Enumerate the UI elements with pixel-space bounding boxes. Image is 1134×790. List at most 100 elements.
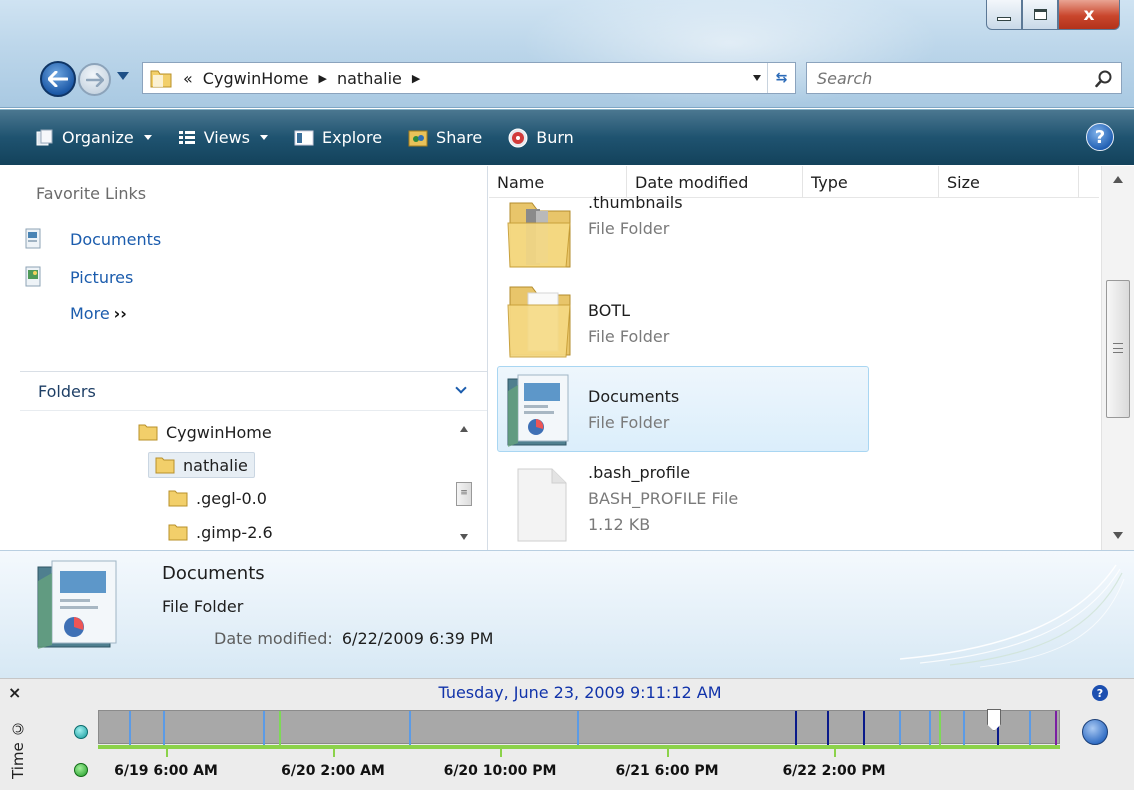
forward-button[interactable] bbox=[78, 63, 111, 96]
tree-item-gegl[interactable]: .gegl-0.0 bbox=[168, 488, 267, 508]
favorite-pictures[interactable]: Pictures bbox=[24, 266, 133, 288]
details-pane: Documents File Folder Date modified: 6/2… bbox=[0, 550, 1134, 678]
refresh-icon: ⇆ bbox=[775, 70, 788, 86]
timeline-tick bbox=[333, 745, 335, 757]
views-menu[interactable]: Views bbox=[178, 120, 268, 156]
search-input[interactable] bbox=[817, 68, 1077, 88]
scroll-down-icon[interactable] bbox=[460, 534, 468, 540]
chevron-down-icon bbox=[455, 382, 467, 394]
file-size: 1.12 KB bbox=[588, 515, 651, 534]
scroll-down-icon[interactable] bbox=[1113, 532, 1123, 539]
details-type: File Folder bbox=[162, 597, 244, 616]
timeline-mark bbox=[899, 711, 901, 745]
timeline-track[interactable] bbox=[98, 709, 1060, 745]
breadcrumb-nathalie[interactable]: nathalie bbox=[337, 69, 402, 88]
timeline-baseline bbox=[98, 745, 1060, 749]
timeline-tick bbox=[834, 745, 836, 757]
timeline-mark bbox=[279, 711, 281, 745]
chevron-right-icon[interactable]: ▶ bbox=[319, 72, 327, 85]
timeline-mark bbox=[795, 711, 797, 745]
folder-icon bbox=[507, 202, 571, 268]
chevron-down-icon bbox=[260, 135, 268, 140]
timeline-mark bbox=[263, 711, 265, 745]
grip-icon bbox=[1113, 343, 1123, 353]
folders-header[interactable]: Folders bbox=[20, 371, 487, 411]
file-name: BOTL bbox=[588, 301, 630, 320]
close-button[interactable]: x bbox=[1058, 0, 1120, 30]
timeline-mark bbox=[827, 711, 829, 745]
timeline-mark bbox=[963, 711, 965, 745]
double-chevron-icon: ›› bbox=[113, 304, 127, 323]
green-dot-icon[interactable] bbox=[74, 763, 88, 777]
timeline-mark bbox=[1029, 711, 1031, 745]
burn-disc-icon bbox=[508, 128, 528, 147]
refresh-button[interactable]: ⇆ bbox=[767, 63, 795, 93]
timeline-tick-label: 6/20 2:00 AM bbox=[281, 763, 385, 779]
timeline-tick-label: 6/22 2:00 PM bbox=[782, 763, 886, 779]
title-bar: x « CygwinHome ▶ nathalie ▶ ⇆ bbox=[0, 0, 1134, 108]
timeline-side-label: Time © bbox=[9, 719, 27, 779]
documents-folder-icon bbox=[37, 560, 117, 649]
timeline-mark bbox=[863, 711, 865, 745]
file-item-documents[interactable]: Documents File Folder bbox=[497, 366, 869, 452]
more-links[interactable]: More ›› bbox=[70, 304, 127, 323]
explore-button[interactable]: Explore bbox=[294, 120, 382, 156]
file-list-scrollbar[interactable] bbox=[1101, 166, 1134, 550]
address-bar[interactable]: « CygwinHome ▶ nathalie ▶ ⇆ bbox=[142, 62, 796, 94]
breadcrumb-cygwinhome[interactable]: CygwinHome bbox=[203, 69, 309, 88]
share-button[interactable]: Share bbox=[408, 120, 482, 156]
teal-dot-icon[interactable] bbox=[74, 725, 88, 739]
minimize-button[interactable] bbox=[986, 0, 1022, 30]
organize-icon bbox=[36, 129, 53, 145]
timeline-zoom-button[interactable] bbox=[1082, 719, 1108, 745]
scroll-up-icon[interactable] bbox=[460, 426, 468, 432]
timeline-mark bbox=[163, 711, 165, 745]
file-item-botl[interactable]: BOTL File Folder bbox=[497, 274, 869, 360]
folder-tree-scrollbar[interactable]: ≡ bbox=[454, 416, 474, 550]
timeline-mark bbox=[577, 711, 579, 745]
date-modified-value: 6/22/2009 6:39 PM bbox=[341, 629, 494, 648]
tree-item-cygwinhome[interactable]: CygwinHome bbox=[138, 422, 272, 442]
breadcrumb: « CygwinHome ▶ nathalie ▶ bbox=[183, 69, 420, 88]
file-item-bash-profile[interactable]: .bash_profile BASH_PROFILE File 1.12 KB bbox=[497, 456, 869, 542]
explore-icon bbox=[294, 130, 314, 145]
file-item-thumbnails[interactable]: .thumbnails File Folder bbox=[497, 188, 869, 274]
organize-label: Organize bbox=[62, 128, 134, 147]
tree-item-gimp[interactable]: .gimp-2.6 bbox=[168, 522, 273, 542]
forward-arrow-icon bbox=[85, 72, 104, 87]
recent-pages-dropdown[interactable] bbox=[117, 72, 129, 80]
burn-button[interactable]: Burn bbox=[508, 120, 574, 156]
folders-label: Folders bbox=[38, 381, 96, 401]
help-button[interactable]: ? bbox=[1086, 123, 1114, 151]
file-type: BASH_PROFILE File bbox=[588, 489, 739, 508]
back-button[interactable] bbox=[40, 61, 76, 97]
scroll-up-icon[interactable] bbox=[1113, 176, 1123, 183]
decorative-swoosh bbox=[899, 564, 1125, 668]
tree-item-nathalie[interactable]: nathalie bbox=[148, 452, 255, 478]
window-controls: x bbox=[986, 0, 1120, 30]
details-name: Documents bbox=[162, 563, 265, 584]
tree-item-label: nathalie bbox=[183, 455, 248, 475]
favorite-documents[interactable]: Documents bbox=[24, 228, 161, 250]
address-history-dropdown[interactable] bbox=[753, 75, 761, 81]
maximize-button[interactable] bbox=[1022, 0, 1058, 30]
organize-menu[interactable]: Organize bbox=[36, 120, 152, 156]
file-type: File Folder bbox=[588, 219, 670, 238]
column-size[interactable]: Size bbox=[939, 166, 1079, 198]
chevron-right-icon[interactable]: ▶ bbox=[412, 72, 420, 85]
scroll-thumb[interactable] bbox=[1106, 280, 1130, 418]
timeline-help-icon[interactable]: ? bbox=[1092, 685, 1108, 701]
scroll-thumb[interactable]: ≡ bbox=[456, 482, 472, 506]
favorite-documents-label: Documents bbox=[70, 229, 162, 249]
help-icon: ? bbox=[1094, 126, 1106, 148]
timeline-panel: × Time © Tuesday, June 23, 2009 9:11:12 … bbox=[0, 678, 1134, 790]
timeline-mark bbox=[129, 711, 131, 745]
breadcrumb-overflow[interactable]: « bbox=[183, 69, 193, 88]
folder-icon bbox=[168, 490, 188, 507]
folder-icon bbox=[155, 457, 175, 474]
timeline-mark bbox=[929, 711, 931, 745]
file-icon bbox=[517, 468, 567, 542]
search-box bbox=[806, 62, 1122, 94]
search-icon[interactable] bbox=[1095, 70, 1113, 88]
explore-label: Explore bbox=[322, 128, 383, 147]
